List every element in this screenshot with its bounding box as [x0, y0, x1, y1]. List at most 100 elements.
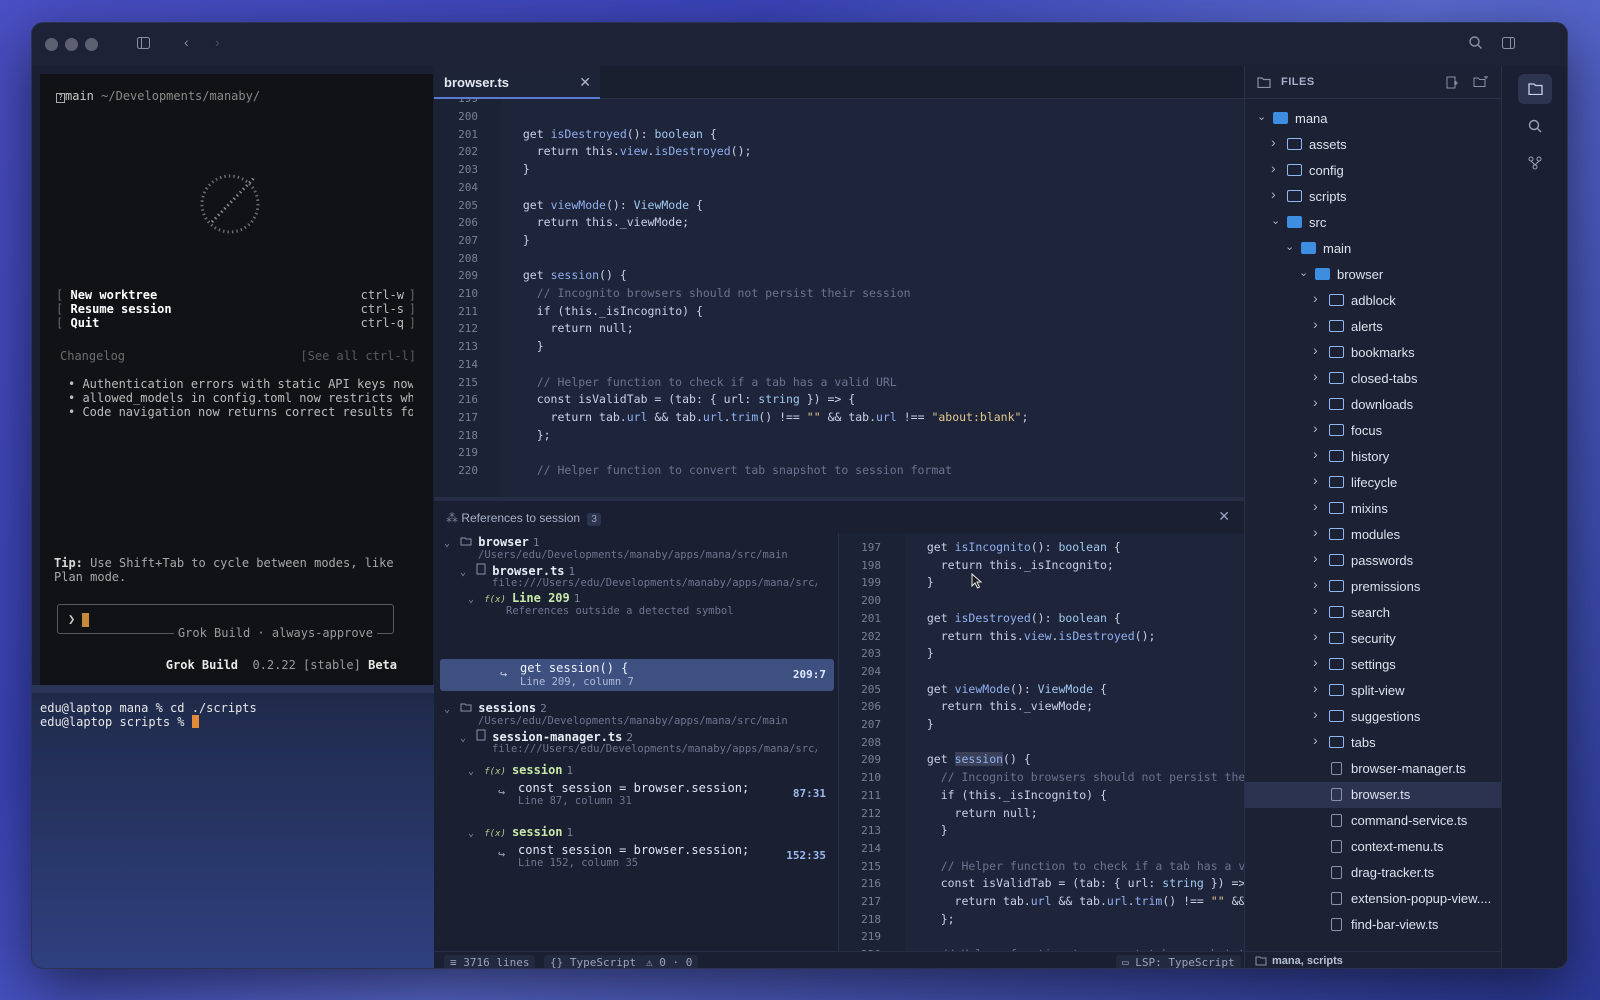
menu-item-resume-session[interactable]: [ Resume session ctrl-s]: [56, 302, 416, 316]
ref-file-browser-ts[interactable]: ⌄ browser.ts 1: [460, 563, 575, 578]
folder-item-passwords[interactable]: › passwords: [1245, 548, 1502, 574]
file-item-command-service-ts[interactable]: command-service.ts: [1245, 808, 1502, 834]
shell-terminal[interactable]: edu@laptop mana % cd ./scripts edu@lapto…: [32, 693, 434, 968]
menu-item-quit[interactable]: [ Quit ctrl-q]: [56, 316, 416, 330]
chevron-right-icon[interactable]: ›: [1313, 524, 1318, 540]
folder-item-scripts[interactable]: › scripts: [1245, 184, 1502, 210]
folder-item-alerts[interactable]: › alerts: [1245, 314, 1502, 340]
ref-file-session-manager-ts[interactable]: ⌄ session-manager.ts 2: [460, 729, 633, 744]
language-indicator[interactable]: {} TypeScript: [544, 955, 643, 968]
ref-symbol-session[interactable]: ⌄ f(x) session 1: [468, 825, 573, 839]
folder-item-tabs[interactable]: › tabs: [1245, 730, 1502, 756]
tab-browser-ts[interactable]: browser.ts ✕: [434, 66, 600, 99]
panel-layout-icon[interactable]: [1502, 36, 1515, 52]
chevron-down-icon[interactable]: ⌄: [1257, 110, 1266, 123]
chevron-right-icon[interactable]: ›: [1313, 446, 1318, 462]
folder-item-split-view[interactable]: › split-view: [1245, 678, 1502, 704]
folder-item-focus[interactable]: › focus: [1245, 418, 1502, 444]
folder-item-closed-tabs[interactable]: › closed-tabs: [1245, 366, 1502, 392]
ref-result-position: 209:7: [792, 668, 826, 681]
file-item-browser-manager-ts[interactable]: browser-manager.ts: [1245, 756, 1502, 782]
search-icon[interactable]: [1469, 36, 1482, 52]
chevron-right-icon[interactable]: ›: [1313, 472, 1318, 488]
folder-item-lifecycle[interactable]: › lifecycle: [1245, 470, 1502, 496]
code-editor[interactable]: 199 200 201 get isDestroyed(): boolean {20…: [434, 99, 1244, 497]
file-item-browser-ts[interactable]: browser.ts: [1245, 782, 1502, 808]
menu-item-new-worktree[interactable]: [ New worktree ctrl-w]: [56, 288, 416, 302]
back-icon[interactable]: ‹: [184, 34, 189, 50]
folder-item-src[interactable]: ⌄ src: [1245, 210, 1502, 236]
chevron-right-icon[interactable]: ›: [1313, 732, 1318, 748]
chevron-right-icon[interactable]: ›: [1313, 290, 1318, 306]
folder-item-security[interactable]: › security: [1245, 626, 1502, 652]
chevron-right-icon[interactable]: ›: [1313, 368, 1318, 384]
folder-item-bookmarks[interactable]: › bookmarks: [1245, 340, 1502, 366]
folder-item-config[interactable]: › config: [1245, 158, 1502, 184]
sidebar-toggle-icon[interactable]: [137, 36, 150, 52]
chevron-right-icon[interactable]: ›: [1313, 654, 1318, 670]
chevron-right-icon[interactable]: ›: [1271, 134, 1276, 150]
close-window-button[interactable]: [45, 38, 58, 51]
diagnostics-indicator[interactable]: ⚠ 0 · 0: [640, 955, 699, 968]
file-item-drag-tracker-ts[interactable]: drag-tracker.ts: [1245, 860, 1502, 886]
chevron-right-icon[interactable]: ›: [1271, 160, 1276, 176]
chevron-right-icon[interactable]: ›: [1313, 576, 1318, 592]
changelog-see-all[interactable]: [See all ctrl-l]: [300, 349, 416, 363]
folder-item-search[interactable]: › search: [1245, 600, 1502, 626]
ref-symbol-session[interactable]: ⌄ f(x) session 1: [468, 763, 573, 777]
folder-item-history[interactable]: › history: [1245, 444, 1502, 470]
chevron-down-icon[interactable]: ⌄: [1299, 266, 1308, 279]
explorer-activity-button[interactable]: [1518, 74, 1552, 104]
folder-item-downloads[interactable]: › downloads: [1245, 392, 1502, 418]
chevron-right-icon[interactable]: ›: [1313, 498, 1318, 514]
chevron-right-icon[interactable]: ›: [1271, 186, 1276, 202]
chevron-right-icon[interactable]: ›: [1313, 550, 1318, 566]
chevron-right-icon[interactable]: ›: [1313, 680, 1318, 696]
minimize-window-button[interactable]: [65, 38, 78, 51]
prompt-input[interactable]: ❯ Grok Build · always-approve: [57, 604, 394, 640]
terminal-splitter[interactable]: [32, 685, 434, 693]
chevron-down-icon[interactable]: ⌄: [1285, 240, 1294, 253]
file-tree-label: browser-manager.ts: [1351, 761, 1466, 776]
folder-item-main[interactable]: ⌄ main: [1245, 236, 1502, 262]
ref-group-browser[interactable]: ⌄ browser 1: [444, 535, 539, 549]
source-control-activity-button[interactable]: [1518, 148, 1552, 178]
ref-result[interactable]: ↪ const session = browser.session; Line …: [498, 781, 834, 807]
chevron-right-icon[interactable]: ›: [1313, 602, 1318, 618]
chevron-down-icon[interactable]: ⌄: [1271, 214, 1280, 227]
folder-item-modules[interactable]: › modules: [1245, 522, 1502, 548]
folder-item-settings[interactable]: › settings: [1245, 652, 1502, 678]
agent-terminal[interactable]: ? main ~/Developments/manaby/ [ New workt…: [40, 74, 433, 685]
ref-result[interactable]: ↪ const session = browser.session; Line …: [498, 843, 834, 869]
close-references-icon[interactable]: ✕: [1218, 508, 1230, 525]
chevron-right-icon[interactable]: ›: [1313, 628, 1318, 644]
file-item-context-menu-ts[interactable]: context-menu.ts: [1245, 834, 1502, 860]
file-item-extension-popup-view-[interactable]: extension-popup-view....: [1245, 886, 1502, 912]
chevron-right-icon[interactable]: ›: [1313, 394, 1318, 410]
folder-item-suggestions[interactable]: › suggestions: [1245, 704, 1502, 730]
ref-symbol-line-209[interactable]: ⌄ f(x) Line 209 1: [468, 591, 580, 605]
reference-preview[interactable]: 197 get isIncognito(): boolean {198 retu…: [838, 533, 1244, 951]
folder-icon: [1329, 606, 1344, 618]
folder-item-assets[interactable]: › assets: [1245, 132, 1502, 158]
search-activity-button[interactable]: [1518, 111, 1552, 141]
folder-item-premissions[interactable]: › premissions: [1245, 574, 1502, 600]
folder-item-adblock[interactable]: › adblock: [1245, 288, 1502, 314]
file-item-find-bar-view-ts[interactable]: find-bar-view.ts: [1245, 912, 1502, 938]
chevron-right-icon[interactable]: ›: [1313, 420, 1318, 436]
new-file-icon[interactable]: [1445, 76, 1458, 89]
folder-item-browser[interactable]: ⌄ browser: [1245, 262, 1502, 288]
folder-item-mana[interactable]: ⌄ mana: [1245, 106, 1502, 132]
chevron-right-icon[interactable]: ›: [1313, 342, 1318, 358]
ref-result-selected[interactable]: ↪ get session() { Line 209, column 7 209…: [440, 659, 834, 691]
forward-icon[interactable]: ›: [215, 34, 220, 50]
close-tab-icon[interactable]: ✕: [579, 74, 591, 91]
chevron-right-icon[interactable]: ›: [1313, 316, 1318, 332]
chevron-right-icon[interactable]: ›: [1313, 706, 1318, 722]
ref-group-sessions[interactable]: ⌄ sessions 2: [444, 701, 547, 715]
zoom-window-button[interactable]: [85, 38, 98, 51]
folder-item-mixins[interactable]: › mixins: [1245, 496, 1502, 522]
lsp-status[interactable]: ▭ LSP: TypeScript: [1116, 955, 1241, 968]
new-folder-icon[interactable]: [1473, 76, 1488, 89]
ref-group-name: browser: [478, 535, 529, 549]
